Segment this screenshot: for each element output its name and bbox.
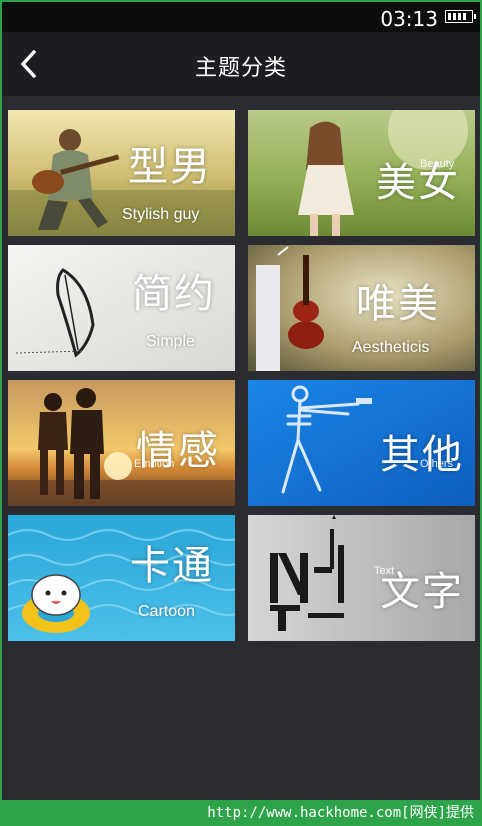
category-tile-beauty[interactable]: 美女 Beauty (248, 110, 475, 236)
status-bar: 03:13 (2, 2, 480, 32)
category-subtitle: Others (420, 458, 454, 470)
category-title: 卡通 (130, 543, 214, 589)
category-title: 其他 (380, 432, 464, 478)
category-tile-aesthetics[interactable]: 唯美 Aestheticis (248, 245, 475, 371)
category-title: 简约 (132, 271, 216, 317)
category-tile-stylish-guy[interactable]: 型男 Stylish guy (8, 110, 235, 236)
category-subtitle: Text (374, 565, 395, 577)
category-subtitle: Emotion (134, 458, 175, 470)
phone-screen: 03:13 主题分类 型男 Stylish guy 美女 Beauty 简约 S… (2, 2, 480, 800)
page-title: 主题分类 (194, 56, 287, 81)
battery-full-icon (445, 10, 476, 23)
category-title: 唯美 (356, 281, 440, 327)
category-tile-text[interactable]: 文字 Text (248, 515, 475, 641)
category-subtitle: Stylish guy (122, 206, 200, 223)
watermark-text: http://www.hackhome.com[网侠]提供 (207, 805, 474, 821)
category-tile-cartoon[interactable]: 卡通 Cartoon (8, 515, 235, 641)
category-subtitle: Aestheticis (352, 339, 430, 356)
status-time: 03:13 (380, 7, 438, 31)
category-subtitle: Beauty (420, 158, 455, 170)
category-subtitle: Simple (146, 333, 195, 350)
category-title: 型男 (128, 144, 212, 190)
category-tile-emotion[interactable]: 情感 Emotion (8, 380, 235, 506)
category-tile-others[interactable]: 其他 Others (248, 380, 475, 506)
category-tile-simple[interactable]: 简约 Simple (8, 245, 235, 371)
title-bar: 主题分类 (2, 32, 480, 96)
category-subtitle: Cartoon (138, 603, 195, 620)
